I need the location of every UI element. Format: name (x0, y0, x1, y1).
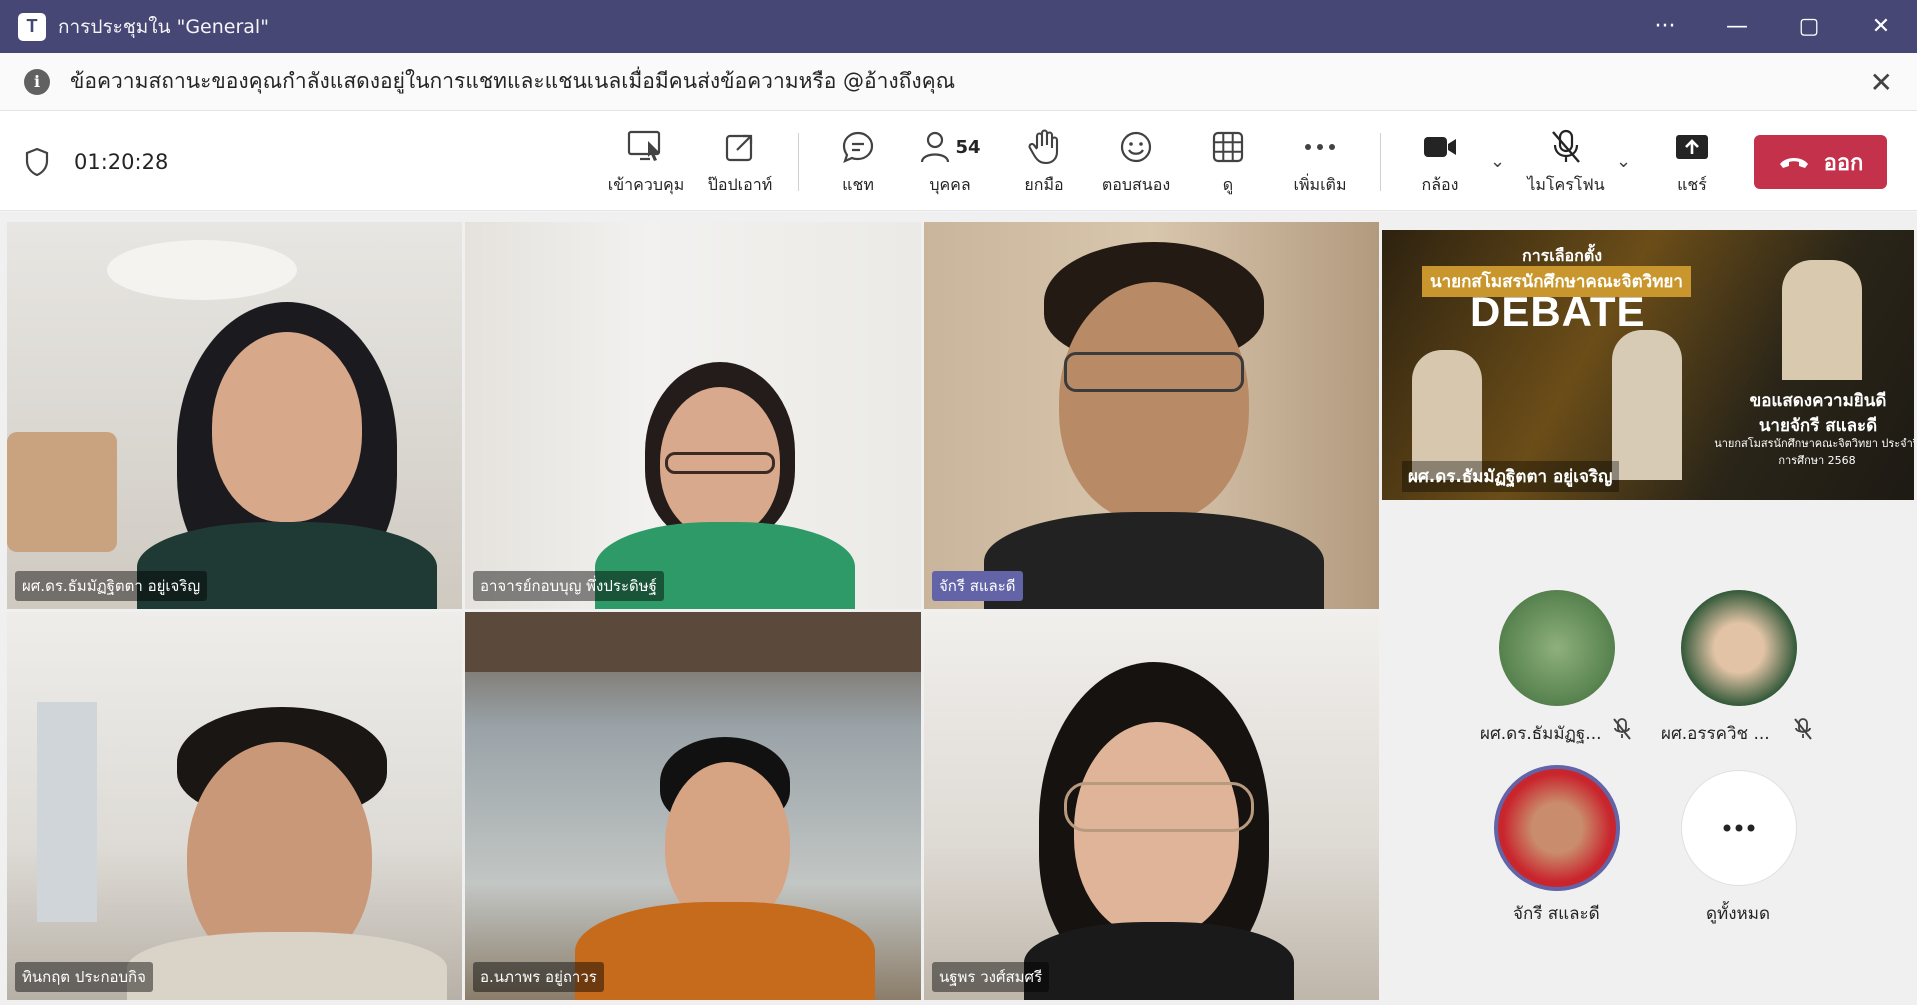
shared-screen[interactable]: การเลือกตั้ง นายกสโมสรนักศึกษาคณะจิตวิทย… (1382, 230, 1914, 500)
teams-logo-icon: T (18, 12, 46, 41)
react-button[interactable]: ตอบสนอง (1096, 125, 1176, 201)
video-tile[interactable]: จักรี สและดี (924, 222, 1379, 609)
avatar-speaking[interactable] (1494, 765, 1620, 891)
roster-name: ผศ.อรรควิช ... (1661, 724, 1770, 744)
video-tile[interactable]: นฐพร วงศ์สมศรี (924, 612, 1379, 1000)
restore-button[interactable]: ▢ (1773, 0, 1845, 53)
more-label: เพิ่มเติม (1293, 175, 1347, 194)
people-label: บุคคล (929, 175, 971, 194)
more-options-button[interactable]: ··· (1629, 0, 1701, 53)
participant-name: จักรี สและดี (932, 571, 1023, 601)
poster-person (1612, 330, 1682, 480)
poster-congrats: ขอแสดงความยินดี (1749, 391, 1887, 411)
title-bar: T การประชุมใน "General" ··· — ▢ ✕ (0, 0, 1917, 53)
info-icon: i (24, 68, 50, 95)
meeting-toolbar: 01:20:28 เข้าควบคุม ป๊อปเอาท์ แชท 54 บุค… (0, 111, 1917, 211)
mic-muted-icon (1613, 718, 1631, 740)
chat-button[interactable]: แชท (818, 125, 898, 201)
shield-icon (25, 147, 49, 177)
people-count: 54 (955, 136, 981, 158)
react-label: ตอบสนอง (1101, 175, 1171, 194)
view-label: ดู (1222, 175, 1234, 194)
participant-name: อ.นภาพร อยู่ถาวร (473, 962, 604, 992)
take-control-label: เข้าควบคุม (607, 175, 685, 194)
meeting-timer: 01:20:28 (24, 147, 168, 177)
people-button[interactable]: 54 บุคคล (910, 125, 990, 201)
camera-label: กล้อง (1421, 175, 1459, 194)
video-tile[interactable]: ผศ.ดร.ธัมมัฏฐิตตา อยู่เจริญ (7, 222, 462, 609)
mic-button[interactable]: ไมโครโฟน (1526, 125, 1606, 201)
timer-text: 01:20:28 (74, 150, 169, 174)
mic-muted-icon (1794, 718, 1812, 740)
raise-hand-button[interactable]: ยกมือ (1004, 125, 1084, 201)
more-button[interactable]: เพิ่มเติม (1280, 125, 1360, 201)
toolbar-divider (798, 133, 799, 191)
participant-name: อาจารย์กอบบุญ พึ่งประดิษฐ์ (473, 571, 664, 601)
people-icon (921, 131, 950, 163)
camera-options-chevron-icon[interactable]: ⌄ (1490, 151, 1505, 172)
camera-icon (1424, 137, 1456, 157)
participant-name: ผศ.ดร.ธัมมัฏฐิตตา อยู่เจริญ (15, 571, 208, 601)
roster-name: จักรี สและดี (1513, 904, 1600, 924)
avatar[interactable] (1681, 590, 1797, 706)
chat-label: แชท (842, 175, 874, 194)
poster-debate: DEBATE (1470, 288, 1646, 335)
video-tile[interactable]: ทินกฤต ประกอบกิจ (7, 612, 462, 1000)
leave-button[interactable]: ออก (1754, 135, 1887, 189)
popout-button[interactable]: ป๊อปเอาท์ (700, 125, 780, 201)
take-control-button[interactable]: เข้าควบคุม (606, 125, 686, 201)
window-title: การประชุมใน "General" (58, 15, 269, 38)
share-button[interactable]: แชร์ (1652, 125, 1732, 201)
minimize-button[interactable]: — (1701, 0, 1773, 53)
popout-label: ป๊อปเอาท์ (707, 175, 773, 194)
participant-name: ทินกฤต ประกอบกิจ (15, 962, 153, 992)
toolbar-divider (1380, 133, 1381, 191)
poster-person (1782, 260, 1862, 380)
ellipsis-icon (1723, 824, 1755, 832)
chat-icon (842, 131, 874, 163)
poster-caption: นายกสโมสรนักศึกษาคณะจิตวิทยา ประจำปีการศ… (1714, 437, 1914, 467)
participant-name: นฐพร วงศ์สมศรี (932, 962, 1050, 992)
status-banner: i ข้อความสถานะของคุณกำลังแสดงอยู่ในการแช… (0, 53, 1917, 111)
share-label: แชร์ (1677, 175, 1707, 194)
roster-name: ผศ.ดร.ธัมมัฏฐ... (1480, 724, 1602, 744)
mic-muted-icon (1552, 129, 1580, 163)
avatar[interactable] (1499, 590, 1615, 706)
close-icon[interactable]: ✕ (1870, 66, 1893, 99)
video-tile[interactable]: อ.นภาพร อยู่ถาวร (465, 612, 921, 1000)
ellipsis-icon (1305, 144, 1335, 150)
presenter-name: ผศ.ดร.ธัมมัฏฐิตตา อยู่เจริญ (1402, 461, 1619, 492)
view-button[interactable]: ดู (1188, 125, 1268, 201)
smiley-icon (1120, 131, 1152, 163)
leave-label: ออก (1823, 150, 1864, 176)
hang-up-icon (1779, 158, 1808, 168)
share-icon (1676, 135, 1708, 159)
popout-icon (725, 134, 753, 162)
camera-button[interactable]: กล้อง (1400, 125, 1480, 201)
raise-hand-icon (1028, 129, 1059, 165)
view-all-button[interactable] (1681, 770, 1797, 886)
mic-options-chevron-icon[interactable]: ⌄ (1616, 151, 1631, 172)
grid-view-icon (1212, 131, 1244, 163)
raise-hand-label: ยกมือ (1024, 175, 1064, 194)
mic-label: ไมโครโฟน (1527, 175, 1605, 194)
video-stage: ผศ.ดร.ธัมมัฏฐิตตา อยู่เจริญ อาจารย์กอบบุ… (0, 212, 1917, 1005)
banner-text: ข้อความสถานะของคุณกำลังแสดงอยู่ในการแชทแ… (70, 69, 956, 93)
take-control-icon (627, 130, 661, 161)
video-tile[interactable]: อาจารย์กอบบุญ พึ่งประดิษฐ์ (465, 222, 921, 609)
close-window-button[interactable]: ✕ (1845, 0, 1917, 53)
view-all-label: ดูทั้งหมด (1706, 904, 1770, 924)
